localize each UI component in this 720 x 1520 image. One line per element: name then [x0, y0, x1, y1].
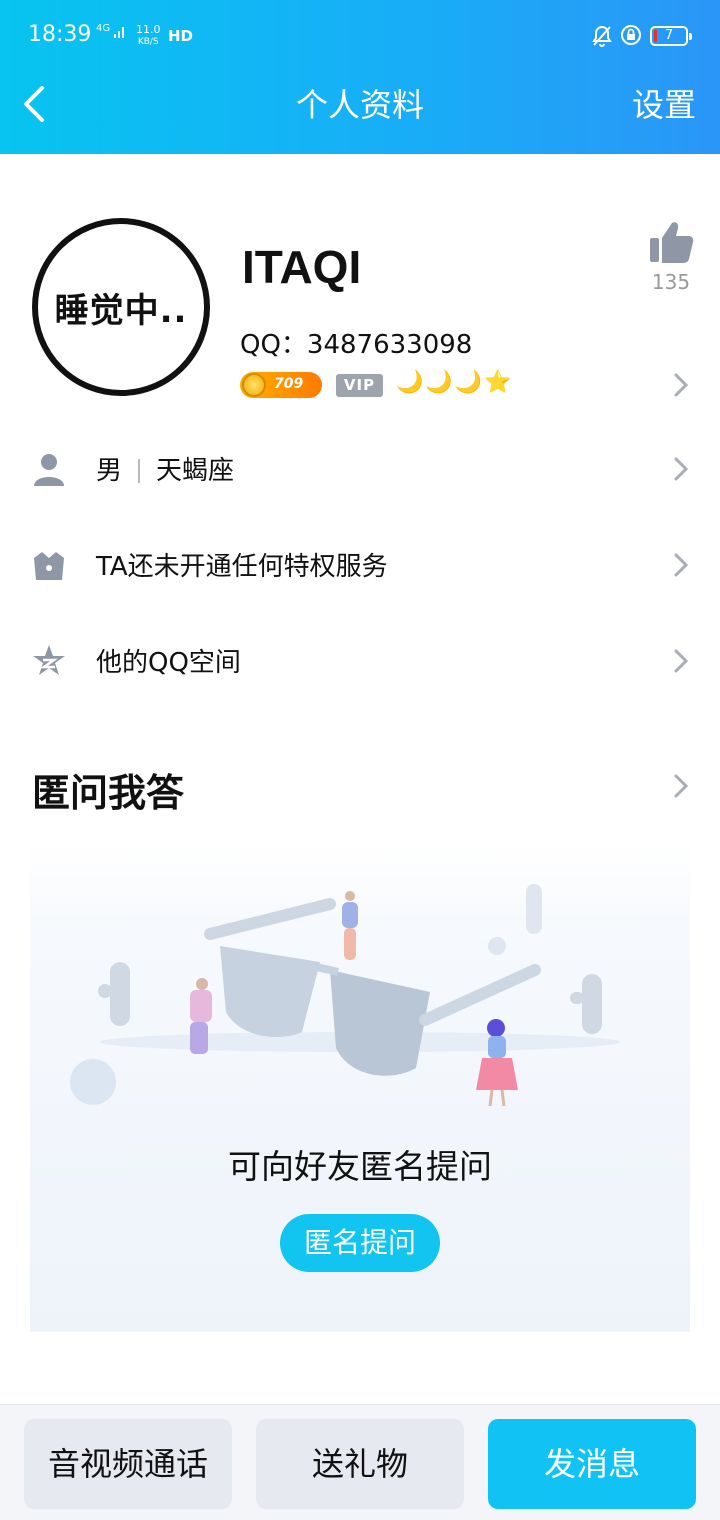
speed-value: 11.0 [136, 23, 161, 36]
network-indicator: 4G [96, 24, 127, 38]
mute-bell-icon [592, 25, 612, 47]
row-gender-constellation[interactable]: 男 天蝎座 [0, 424, 720, 514]
level-badge-value: 709 [274, 376, 304, 392]
avatar[interactable]: 睡觉中.. [32, 218, 210, 396]
thumbs-up-icon[interactable] [648, 220, 694, 264]
coin-icon [242, 373, 266, 397]
row-qzone[interactable]: 他的QQ空间 [0, 616, 720, 706]
crown-icon [34, 552, 64, 580]
qzone-star-icon [33, 645, 65, 675]
network-type: 4G [96, 23, 111, 34]
constellation: 天蝎座 [156, 456, 235, 486]
status-bar: 18:39 4G 11.0 KB/S HD 7 [0, 0, 720, 70]
chevron-right-icon [674, 649, 689, 673]
anon-ask-button[interactable]: 匿名提问 [280, 1214, 440, 1272]
divider [138, 459, 141, 483]
anon-qa-prompt: 可向好友匿名提问 [228, 1147, 492, 1186]
sunglasses-illustration [70, 884, 620, 1107]
qq-number: QQ：3487633098 [240, 330, 473, 360]
settings-button[interactable]: 设置 [632, 84, 696, 126]
bottom-action-bar: 音视频通话 送礼物 发消息 [0, 1404, 720, 1520]
row-qzone-text: 他的QQ空间 [96, 648, 241, 678]
nickname: ITAQI [242, 241, 362, 293]
rank-icons[interactable]: 🌙🌙🌙⭐ [396, 370, 514, 395]
send-message-button[interactable]: 发消息 [488, 1419, 696, 1509]
hd-indicator: HD [168, 27, 194, 45]
battery-indicator: 7 [650, 26, 692, 46]
header: 18:39 4G 11.0 KB/S HD 7 个人资料 设置 [0, 0, 720, 154]
status-time: 18:39 [28, 22, 92, 47]
row-privilege-text: TA还未开通任何特权服务 [96, 552, 388, 582]
row-privilege[interactable]: TA还未开通任何特权服务 [0, 520, 720, 610]
rotation-lock-icon [621, 25, 641, 45]
speed-unit: KB/S [137, 37, 159, 47]
chevron-right-icon [674, 553, 689, 577]
vip-badge[interactable]: VIP [336, 374, 383, 397]
signal-icon [114, 27, 125, 38]
chevron-right-icon[interactable] [672, 371, 690, 399]
av-call-button[interactable]: 音视频通话 [24, 1419, 232, 1509]
send-gift-button[interactable]: 送礼物 [256, 1419, 464, 1509]
level-badge[interactable]: 709 [240, 372, 322, 398]
page-title: 个人资料 [295, 86, 424, 124]
like-count: 135 [651, 270, 691, 294]
row-gender-text: 男 天蝎座 [96, 450, 234, 487]
chevron-right-icon [674, 457, 689, 481]
gender: 男 [96, 456, 123, 486]
anon-qa-card: 可向好友匿名提问 匿名提问 [30, 842, 690, 1332]
chevron-right-icon[interactable] [672, 772, 690, 800]
person-icon [34, 454, 64, 486]
section-title-anon-qa: 匿问我答 [32, 771, 185, 815]
network-speed: 11.0 KB/S [136, 24, 161, 48]
